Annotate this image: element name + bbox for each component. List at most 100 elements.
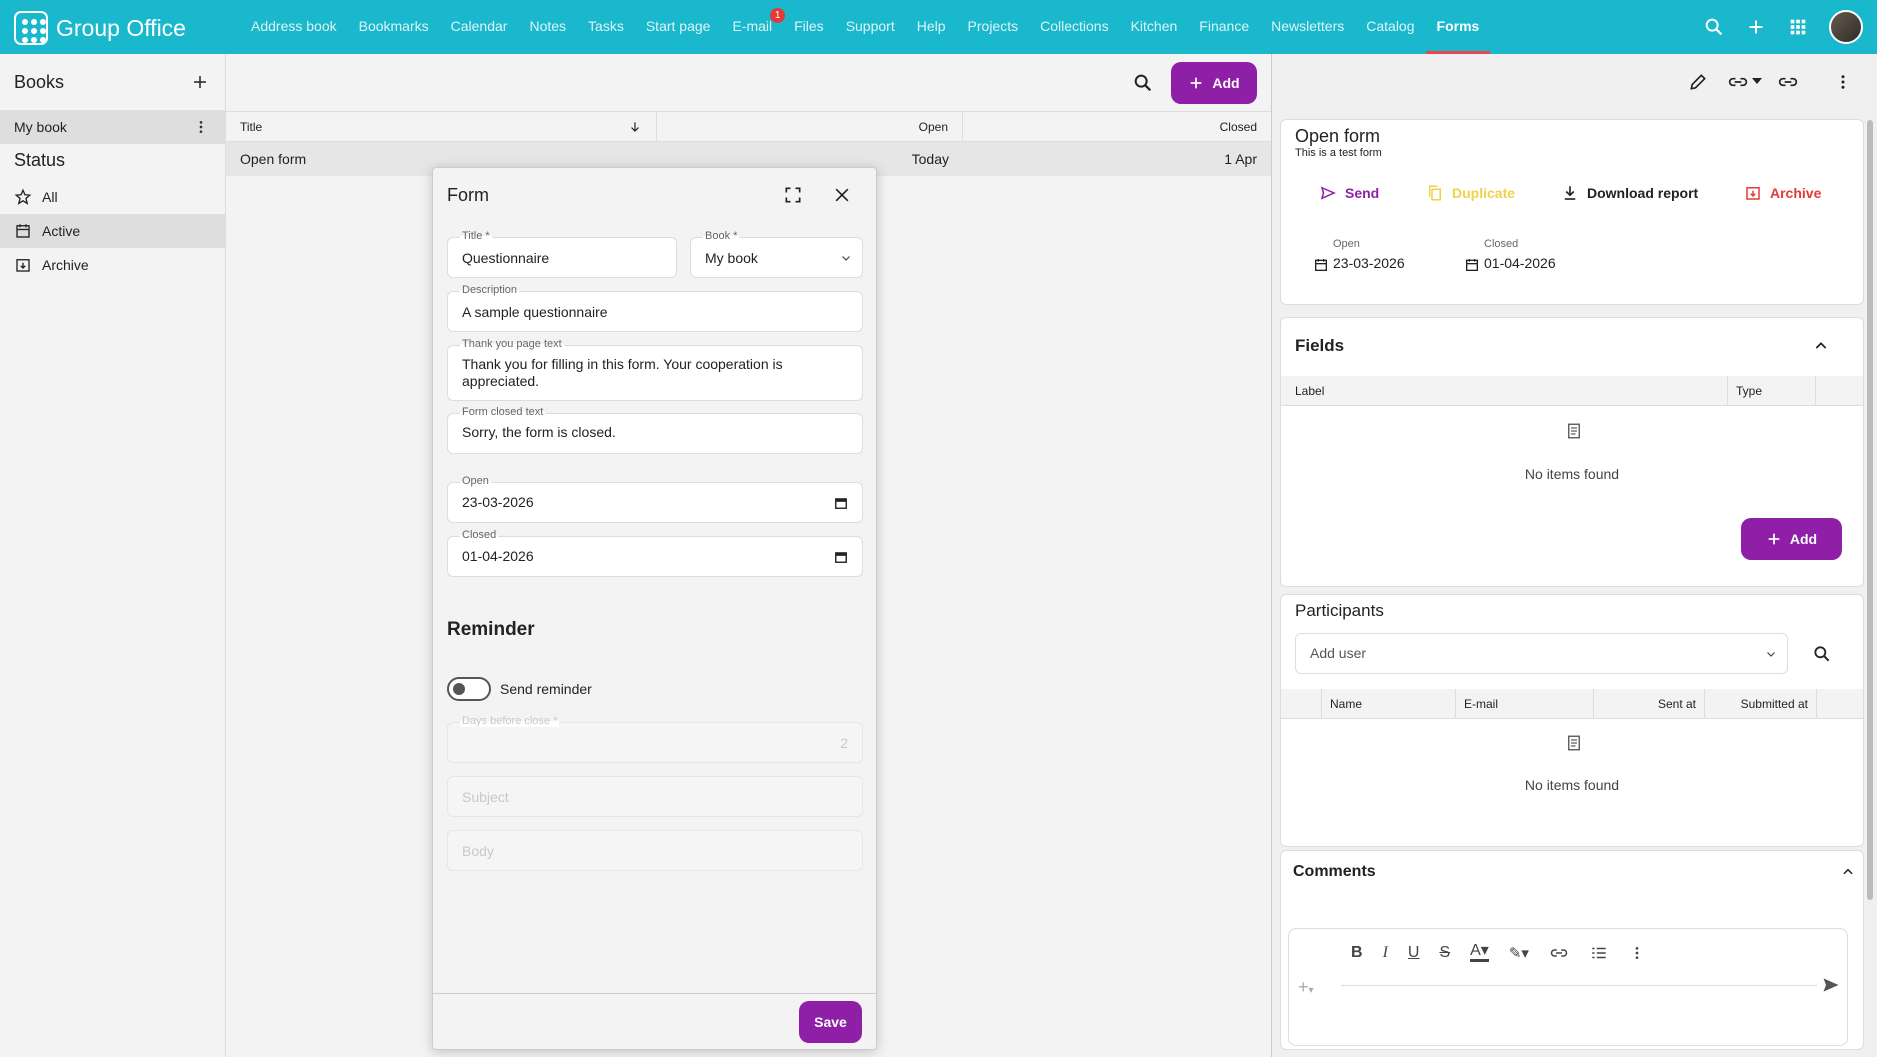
nav-forms[interactable]: Forms xyxy=(1425,0,1491,54)
send-comment-icon[interactable] xyxy=(1821,975,1841,995)
status-active[interactable]: Active xyxy=(0,214,225,248)
download-report-button[interactable]: Download report xyxy=(1561,184,1698,202)
body-field[interactable]: Body xyxy=(447,830,863,871)
closed-date-display: Closed 01-04-2026 xyxy=(1464,238,1594,278)
chevron-up-icon[interactable] xyxy=(1841,865,1855,879)
chevron-up-icon[interactable] xyxy=(1813,338,1829,354)
underline-icon[interactable]: U xyxy=(1408,944,1420,962)
description-value: A sample questionnaire xyxy=(462,304,608,320)
nav-tasks[interactable]: Tasks xyxy=(577,0,635,54)
send-label: Send xyxy=(1345,185,1380,201)
comments-title: Comments xyxy=(1293,863,1376,880)
nav-address-book[interactable]: Address book xyxy=(240,0,348,54)
link-icon[interactable] xyxy=(1777,72,1799,92)
bold-icon[interactable]: B xyxy=(1351,944,1363,962)
archive-button[interactable]: Archive xyxy=(1744,184,1821,202)
fields-col-label[interactable]: Label xyxy=(1281,376,1728,405)
nav-support[interactable]: Support xyxy=(835,0,906,54)
status-title: Status xyxy=(14,150,66,170)
more-vert-icon[interactable] xyxy=(1834,72,1852,92)
status-archive[interactable]: Archive xyxy=(0,248,225,282)
attach-plus-icon[interactable]: +▾ xyxy=(1298,977,1314,998)
nav-calendar[interactable]: Calendar xyxy=(440,0,519,54)
col-open[interactable]: Open xyxy=(657,112,963,141)
user-avatar[interactable] xyxy=(1829,10,1863,44)
participants-col-submitted-at[interactable]: Submitted at xyxy=(1705,689,1817,718)
edit-icon[interactable] xyxy=(1688,72,1708,92)
nav-kitchen[interactable]: Kitchen xyxy=(1120,0,1189,54)
nav-collections[interactable]: Collections xyxy=(1029,0,1119,54)
nav-email[interactable]: E-mail 1 xyxy=(721,0,786,54)
send-reminder-toggle[interactable] xyxy=(447,677,491,701)
duplicate-button[interactable]: Duplicate xyxy=(1426,184,1515,202)
italic-icon[interactable]: I xyxy=(1383,944,1388,962)
calendar-icon[interactable] xyxy=(834,550,848,564)
fullscreen-icon[interactable] xyxy=(783,185,803,205)
nav-start-page[interactable]: Start page xyxy=(635,0,722,54)
duplicate-label: Duplicate xyxy=(1452,185,1516,201)
caret-down-icon[interactable] xyxy=(1752,78,1762,86)
search-icon[interactable] xyxy=(1132,72,1154,94)
add-form-button[interactable]: Add xyxy=(1171,62,1257,104)
book-item-my-book[interactable]: My book xyxy=(0,110,225,144)
form-closed-text-field[interactable]: Form closed text Sorry, the form is clos… xyxy=(447,406,863,454)
link-icon[interactable] xyxy=(1549,944,1569,962)
nav-bookmarks[interactable]: Bookmarks xyxy=(348,0,440,54)
highlight-color-icon[interactable]: ✎▾ xyxy=(1509,944,1529,962)
title-field[interactable]: Title * Questionnaire xyxy=(447,230,677,278)
save-button[interactable]: Save xyxy=(799,1001,862,1043)
body-placeholder: Body xyxy=(462,843,494,859)
book-select[interactable]: Book * My book xyxy=(690,230,863,278)
strikethrough-icon[interactable]: S xyxy=(1439,944,1450,962)
font-color-icon[interactable]: A▾ xyxy=(1470,943,1489,962)
nav-help[interactable]: Help xyxy=(906,0,957,54)
plus-icon[interactable] xyxy=(1745,16,1767,38)
add-link-icon[interactable] xyxy=(1727,72,1749,92)
form-closed-text-value: Sorry, the form is closed. xyxy=(462,424,616,440)
description-field[interactable]: Description A sample questionnaire xyxy=(447,284,863,332)
search-icon[interactable] xyxy=(1812,644,1832,664)
send-button[interactable]: Send xyxy=(1319,184,1379,202)
col-title[interactable]: Title xyxy=(226,112,657,141)
more-vert-icon[interactable] xyxy=(193,119,209,135)
subject-field[interactable]: Subject xyxy=(447,776,863,817)
closed-date-field[interactable]: Closed 01-04-2026 xyxy=(447,529,863,577)
add-user-combo[interactable]: Add user xyxy=(1295,633,1788,674)
nav-finance[interactable]: Finance xyxy=(1188,0,1260,54)
add-user-placeholder: Add user xyxy=(1310,645,1367,661)
nav-files[interactable]: Files xyxy=(783,0,835,54)
status-all[interactable]: All xyxy=(0,180,225,214)
participants-col-sent-at[interactable]: Sent at xyxy=(1594,689,1705,718)
comment-editor[interactable]: B I U S A▾ ✎▾ +▾ xyxy=(1288,928,1848,1046)
days-before-close-field[interactable]: Days before close * 2 xyxy=(447,715,863,763)
detail-scrollbar[interactable] xyxy=(1865,114,1875,1044)
calendar-icon[interactable] xyxy=(834,496,848,510)
open-date-display-label: Open xyxy=(1333,238,1360,250)
numbered-list-icon[interactable] xyxy=(1589,944,1609,962)
books-title: Books xyxy=(14,71,65,92)
nav-email-label: E-mail xyxy=(732,18,773,34)
col-closed[interactable]: Closed xyxy=(963,112,1271,141)
participants-col-name[interactable]: Name xyxy=(1322,689,1456,718)
nav-notes[interactable]: Notes xyxy=(518,0,577,54)
add-book-icon[interactable] xyxy=(191,73,209,91)
close-icon[interactable] xyxy=(832,185,852,205)
nav-catalog[interactable]: Catalog xyxy=(1355,0,1425,54)
row-closed: 1 Apr xyxy=(1224,151,1257,167)
fields-col-type[interactable]: Type xyxy=(1728,376,1816,405)
more-vert-icon[interactable] xyxy=(1629,944,1645,962)
add-field-button[interactable]: Add xyxy=(1741,518,1842,560)
detail-subtitle: This is a test form xyxy=(1295,147,1382,159)
search-icon[interactable] xyxy=(1703,16,1725,38)
scrollbar-thumb[interactable] xyxy=(1867,120,1873,900)
open-date-field[interactable]: Open 23-03-2026 xyxy=(447,475,863,523)
apps-grid-icon[interactable] xyxy=(1787,16,1809,38)
dialog-footer: Save xyxy=(433,993,876,1049)
thank-you-text-field[interactable]: Thank you page text Thank you for fillin… xyxy=(447,338,863,401)
app-logo[interactable]: Group Office xyxy=(14,11,186,45)
nav-newsletters[interactable]: Newsletters xyxy=(1260,0,1355,54)
module-nav: Address book Bookmarks Calendar Notes Ta… xyxy=(240,0,1491,54)
participants-col-email[interactable]: E-mail xyxy=(1456,689,1594,718)
dialog-title: Form xyxy=(447,185,489,205)
nav-projects[interactable]: Projects xyxy=(957,0,1030,54)
